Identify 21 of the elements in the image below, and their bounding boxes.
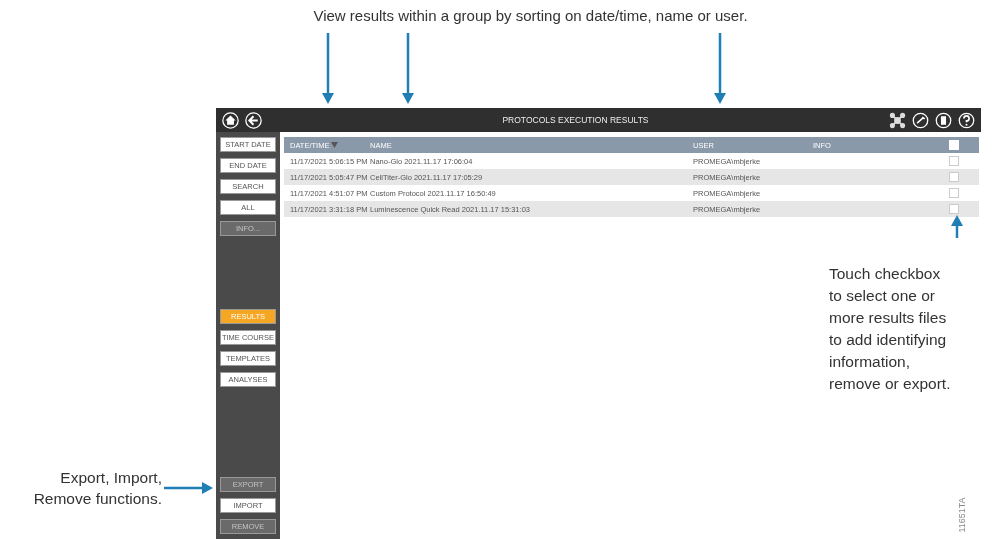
- caption: View results within a group by sorting on date/time, name or user.: [313, 7, 748, 26]
- help-icon[interactable]: [958, 111, 975, 129]
- home-icon[interactable]: [222, 111, 239, 129]
- row-checkbox[interactable]: [949, 204, 959, 214]
- back-icon[interactable]: [245, 111, 262, 129]
- arrow: [951, 215, 963, 238]
- arrow: [322, 33, 334, 104]
- door-icon[interactable]: [935, 111, 952, 129]
- window-title: PROTOCOLS EXECUTION RESULTS: [501, 115, 650, 125]
- callout-text: Touch checkbox to select one or more results files to add identifying information, remove or export.: [829, 264, 951, 394]
- network-icon[interactable]: [889, 111, 906, 129]
- figure-id: 11651TA: [956, 497, 967, 533]
- row-checkbox[interactable]: [949, 172, 959, 182]
- select-all-checkbox[interactable]: [949, 140, 959, 150]
- row-checkbox[interactable]: [949, 188, 959, 198]
- arrow: [714, 33, 726, 104]
- callout-text: Export, Import, Remove functions.: [32, 468, 162, 509]
- arrow: [402, 33, 414, 104]
- arrow: [164, 482, 213, 494]
- row-checkbox[interactable]: [949, 156, 959, 166]
- sort-down-icon[interactable]: [331, 142, 339, 148]
